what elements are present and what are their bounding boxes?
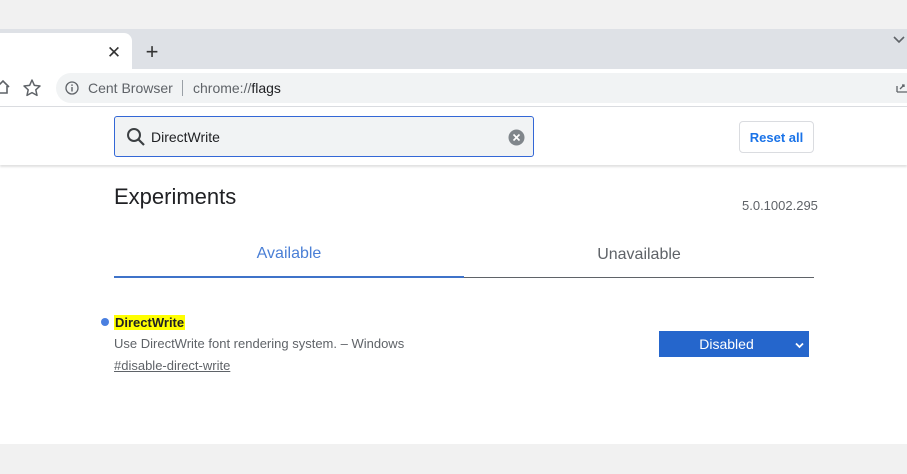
tab-unavailable[interactable]: Unavailable xyxy=(464,234,814,278)
search-box[interactable] xyxy=(114,116,534,157)
search-input[interactable] xyxy=(151,127,491,147)
address-bar[interactable]: Cent Browser chrome://flags xyxy=(56,73,907,103)
info-icon[interactable] xyxy=(65,81,79,95)
url-text[interactable]: chrome://flags xyxy=(193,80,281,96)
flag-state-select[interactable]: Disabled xyxy=(659,331,809,357)
flags-page: Reset all Experiments 5.0.1002.295 Avail… xyxy=(0,107,907,444)
star-icon[interactable] xyxy=(22,78,42,98)
search-icon xyxy=(126,127,146,147)
browser-toolbar: Cent Browser chrome://flags xyxy=(0,69,907,107)
page-title: Experiments xyxy=(114,184,237,209)
active-tab-indicator xyxy=(114,276,464,278)
home-icon[interactable] xyxy=(0,78,12,96)
flag-state-value: Disabled xyxy=(699,336,754,352)
version-label: 5.0.1002.295 xyxy=(742,198,818,213)
tab-strip-background xyxy=(0,29,907,69)
tab-available[interactable]: Available xyxy=(114,234,464,278)
url-path: flags xyxy=(251,80,281,96)
flag-name: DirectWrite xyxy=(114,315,186,330)
footer-area xyxy=(0,444,907,474)
chevron-down-icon xyxy=(794,338,805,349)
url-separator xyxy=(182,80,183,96)
flag-description: Use DirectWrite font rendering system. –… xyxy=(114,336,405,351)
reset-all-button[interactable]: Reset all xyxy=(739,121,814,153)
site-name-label: Cent Browser xyxy=(88,80,173,96)
tab-divider xyxy=(464,277,814,278)
close-tab-icon[interactable]: ✕ xyxy=(103,42,125,64)
url-scheme: chrome:// xyxy=(193,80,252,96)
modified-indicator-dot xyxy=(101,318,109,326)
tab-strip: ✕ + xyxy=(0,0,907,69)
flags-header: Reset all xyxy=(0,107,907,165)
new-tab-button[interactable]: + xyxy=(140,40,164,64)
extension-icon[interactable] xyxy=(895,80,907,94)
clear-icon[interactable] xyxy=(508,129,525,146)
chevron-down-icon[interactable] xyxy=(890,30,907,50)
flag-permalink[interactable]: #disable-direct-write xyxy=(114,358,230,373)
